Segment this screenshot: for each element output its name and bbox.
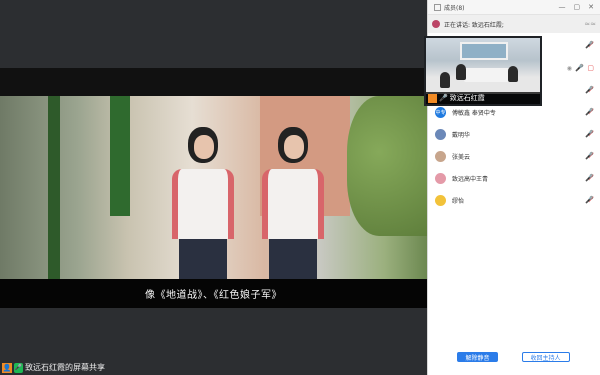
member-row-hidden-2[interactable]: ◉ 🎤 ▢ [427,58,600,78]
camera-icon[interactable]: ◉ [567,65,572,72]
mic-muted-icon[interactable]: 🎤̸ [585,86,594,94]
minimize-icon[interactable]: — [559,3,566,11]
member-row[interactable]: 张美云 🎤̸ [427,146,600,166]
microphone-icon: 🎤 [14,362,23,373]
tree [347,96,427,236]
person-left [172,127,234,279]
screen-share-area: 像《地道战》、《红色娘子军》 👤 🎤 致远石红霞的屏幕共享 [0,0,427,375]
member-row-hidden-3[interactable]: 🎤̸ [427,80,600,100]
mic-muted-icon[interactable]: 🎤̸ [585,152,594,160]
member-name: 戴明华 [452,131,471,139]
member-avatar [435,172,446,184]
member-name: 缪怡 [452,197,465,205]
speaking-bar: 正在讲话: 致远石红霞; ≈≈ [428,15,600,33]
mic-muted-icon[interactable]: 🎤̸ [585,130,594,138]
close-icon[interactable]: ✕ [588,3,594,11]
speaking-text: 正在讲话: 致远石红霞; [444,21,504,29]
more-icon[interactable]: ▢ [587,64,594,72]
members-footer: 解除静音 收回主持人 [427,352,600,366]
members-title: 成员(8) [444,4,465,12]
reclaim-host-button[interactable]: 收回主持人 [521,352,570,362]
shared-video[interactable]: 像《地道战》、《红色娘子军》 [0,68,427,308]
member-name: 致远高中王青 [452,175,489,183]
mic-muted-icon[interactable]: 🎤̸ [585,174,594,182]
member-row[interactable]: 中专 傅敏鑫 奉贤中专 🎤̸ [427,102,600,122]
member-avatar [435,150,446,162]
mic-muted-icon[interactable]: 🎤̸ [585,108,594,116]
unmute-all-button[interactable]: 解除静音 [457,352,498,362]
mic-active-icon[interactable]: 🎤 [575,64,584,72]
door-frame-2 [110,96,130,216]
member-row[interactable]: 戴明华 🎤̸ [427,124,600,144]
member-avatar [435,194,446,206]
mic-muted-icon[interactable]: 🎤̸ [585,196,594,204]
user-avatar-icon: 👤 [2,362,12,373]
screen-share-owner: 致远石红霞的屏幕共享 [25,363,105,372]
member-row[interactable]: 致远高中王青 🎤̸ [427,168,600,188]
maximize-icon[interactable]: ▢ [574,3,581,11]
video-scene [0,96,427,279]
subtitle-band: 像《地道战》、《红色娘子军》 [0,279,427,308]
mic-muted-icon[interactable]: 🎤̸ [585,41,594,49]
member-row-hidden-1[interactable]: 🎤̸ [427,35,600,55]
screen-share-label: 👤 🎤 致远石红霞的屏幕共享 [2,362,105,373]
door-frame [48,96,60,279]
members-icon [434,3,441,11]
member-name: 张美云 [452,153,471,161]
speaking-waves-icon: ≈≈ [584,20,596,28]
member-name: 傅敏鑫 奉贤中专 [452,109,496,117]
member-avatar: 中专 [435,106,446,118]
person-right [262,127,324,279]
member-row[interactable]: 缪怡 🎤̸ [427,190,600,210]
members-panel-header: 成员(8) — ▢ ✕ [428,0,600,15]
speaker-icon [432,20,440,28]
member-avatar [435,128,446,140]
video-subtitle: 像《地道战》、《红色娘子军》 [145,290,282,301]
